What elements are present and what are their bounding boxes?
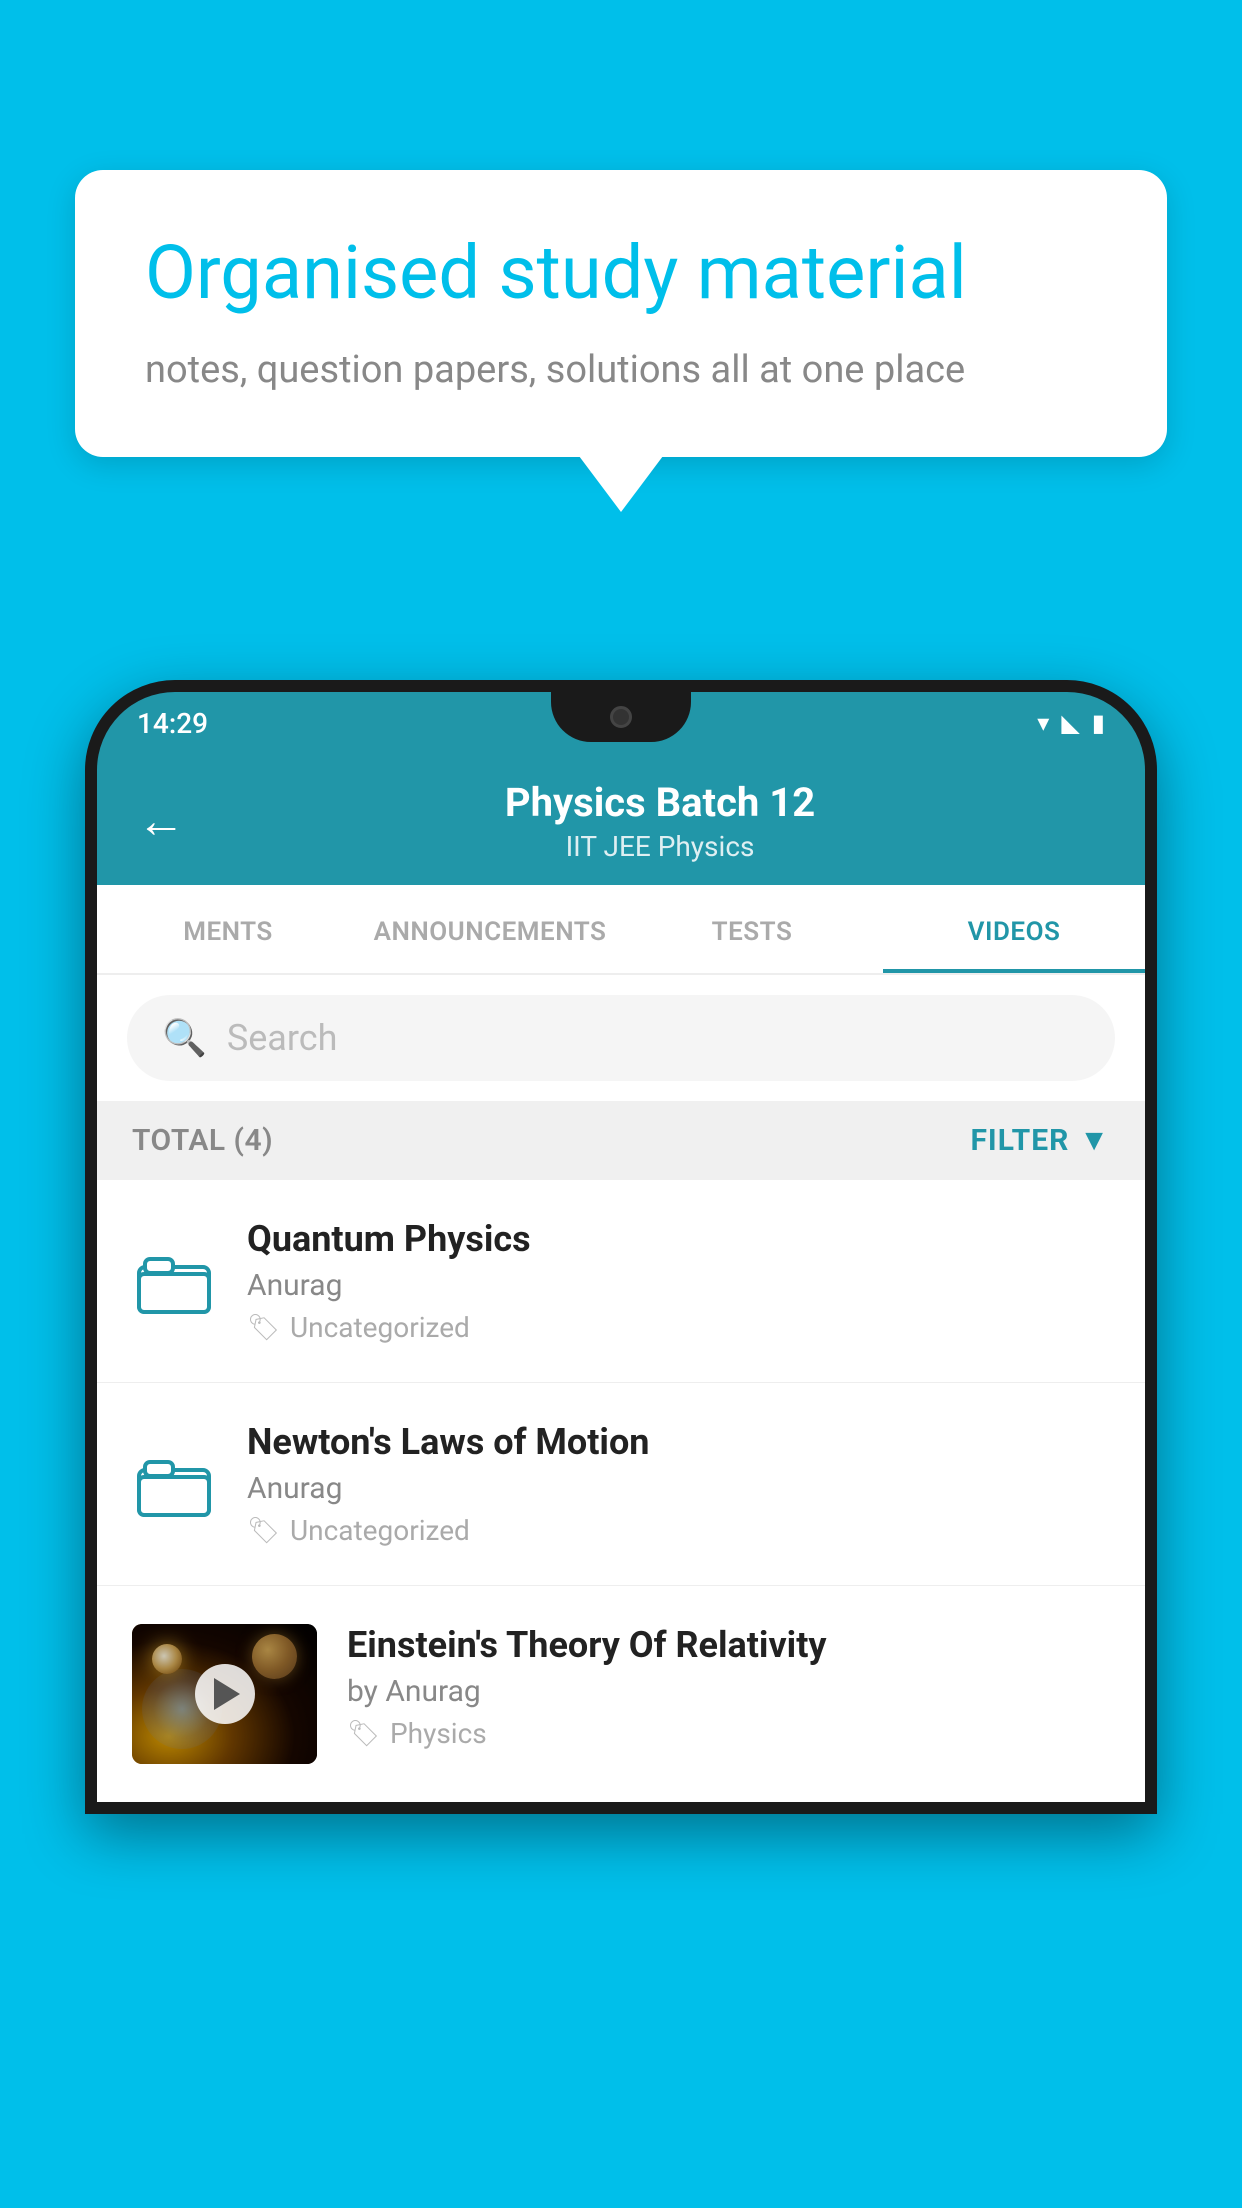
- tag-icon: 🏷: [347, 1719, 380, 1749]
- search-container: 🔍 Search: [97, 975, 1145, 1101]
- tab-ments[interactable]: MENTS: [97, 885, 359, 973]
- item-author: by Anurag: [347, 1674, 1110, 1709]
- list-item[interactable]: Newton's Laws of Motion Anurag 🏷 Uncateg…: [97, 1383, 1145, 1586]
- status-bar: 14:29 ▾ ◣ ▮: [97, 692, 1145, 754]
- phone-wrapper: 14:29 ▾ ◣ ▮ ← Physics Batch 12 IIT JEE P…: [85, 680, 1157, 2208]
- folder-icon-wrap: [132, 1249, 217, 1314]
- battery-icon: ▮: [1092, 709, 1105, 737]
- speech-bubble: Organised study material notes, question…: [75, 170, 1167, 457]
- video-thumbnail: [132, 1624, 317, 1764]
- volume-down-button: [85, 1137, 91, 1237]
- item-title: Einstein's Theory Of Relativity: [347, 1624, 1110, 1666]
- search-input[interactable]: Search: [227, 1017, 338, 1059]
- item-info: Quantum Physics Anurag 🏷 Uncategorized: [247, 1218, 1110, 1344]
- item-title: Newton's Laws of Motion: [247, 1421, 1110, 1463]
- filter-funnel-icon: ▼: [1079, 1123, 1110, 1158]
- tabs-bar: MENTS ANNOUNCEMENTS TESTS VIDEOS: [97, 885, 1145, 975]
- phone-notch: [551, 692, 691, 742]
- total-count: TOTAL (4): [132, 1123, 273, 1158]
- folder-icon: [137, 1249, 212, 1314]
- item-tag: 🏷 Physics: [347, 1717, 1110, 1750]
- folder-icon-wrap: [132, 1452, 217, 1517]
- item-info: Newton's Laws of Motion Anurag 🏷 Uncateg…: [247, 1421, 1110, 1547]
- item-tag: 🏷 Uncategorized: [247, 1311, 1110, 1344]
- status-icons: ▾ ◣ ▮: [1037, 709, 1105, 737]
- phone-frame: 14:29 ▾ ◣ ▮ ← Physics Batch 12 IIT JEE P…: [85, 680, 1157, 1814]
- search-icon: 🔍: [162, 1017, 207, 1059]
- list-item[interactable]: Quantum Physics Anurag 🏷 Uncategorized: [97, 1180, 1145, 1383]
- play-triangle-icon: [214, 1678, 240, 1710]
- bubble-subtext: notes, question papers, solutions all at…: [145, 344, 1097, 397]
- volume-up-button: [85, 1012, 91, 1112]
- content-area: Quantum Physics Anurag 🏷 Uncategorized: [97, 1180, 1145, 1802]
- item-title: Quantum Physics: [247, 1218, 1110, 1260]
- back-button[interactable]: ←: [137, 797, 185, 845]
- tab-tests[interactable]: TESTS: [621, 885, 883, 973]
- item-author: Anurag: [247, 1268, 1110, 1303]
- item-tag: 🏷 Uncategorized: [247, 1514, 1110, 1547]
- signal-icon: ◣: [1061, 709, 1079, 737]
- power-button: [1151, 972, 1157, 1052]
- header-subtitle: IIT JEE Physics: [215, 830, 1105, 863]
- volume-silent-button: [85, 922, 91, 982]
- tag-icon: 🏷: [247, 1313, 280, 1343]
- phone-time: 14:29: [137, 707, 208, 740]
- filter-bar: TOTAL (4) FILTER ▼: [97, 1101, 1145, 1180]
- play-button[interactable]: [195, 1664, 255, 1724]
- tab-announcements[interactable]: ANNOUNCEMENTS: [359, 885, 621, 973]
- search-bar[interactable]: 🔍 Search: [127, 995, 1115, 1081]
- filter-button[interactable]: FILTER ▼: [970, 1123, 1110, 1158]
- video-overlay: [132, 1624, 317, 1764]
- tag-icon: 🏷: [247, 1516, 280, 1546]
- wifi-icon: ▾: [1037, 709, 1049, 737]
- item-info: Einstein's Theory Of Relativity by Anura…: [347, 1624, 1110, 1750]
- folder-icon: [137, 1452, 212, 1517]
- header-title: Physics Batch 12: [215, 779, 1105, 826]
- list-item[interactable]: Einstein's Theory Of Relativity by Anura…: [97, 1586, 1145, 1802]
- tab-videos[interactable]: VIDEOS: [883, 885, 1145, 973]
- front-camera: [610, 706, 632, 728]
- item-author: Anurag: [247, 1471, 1110, 1506]
- bubble-heading: Organised study material: [145, 230, 1097, 319]
- header-title-group: Physics Batch 12 IIT JEE Physics: [215, 779, 1105, 863]
- app-header: ← Physics Batch 12 IIT JEE Physics: [97, 754, 1145, 885]
